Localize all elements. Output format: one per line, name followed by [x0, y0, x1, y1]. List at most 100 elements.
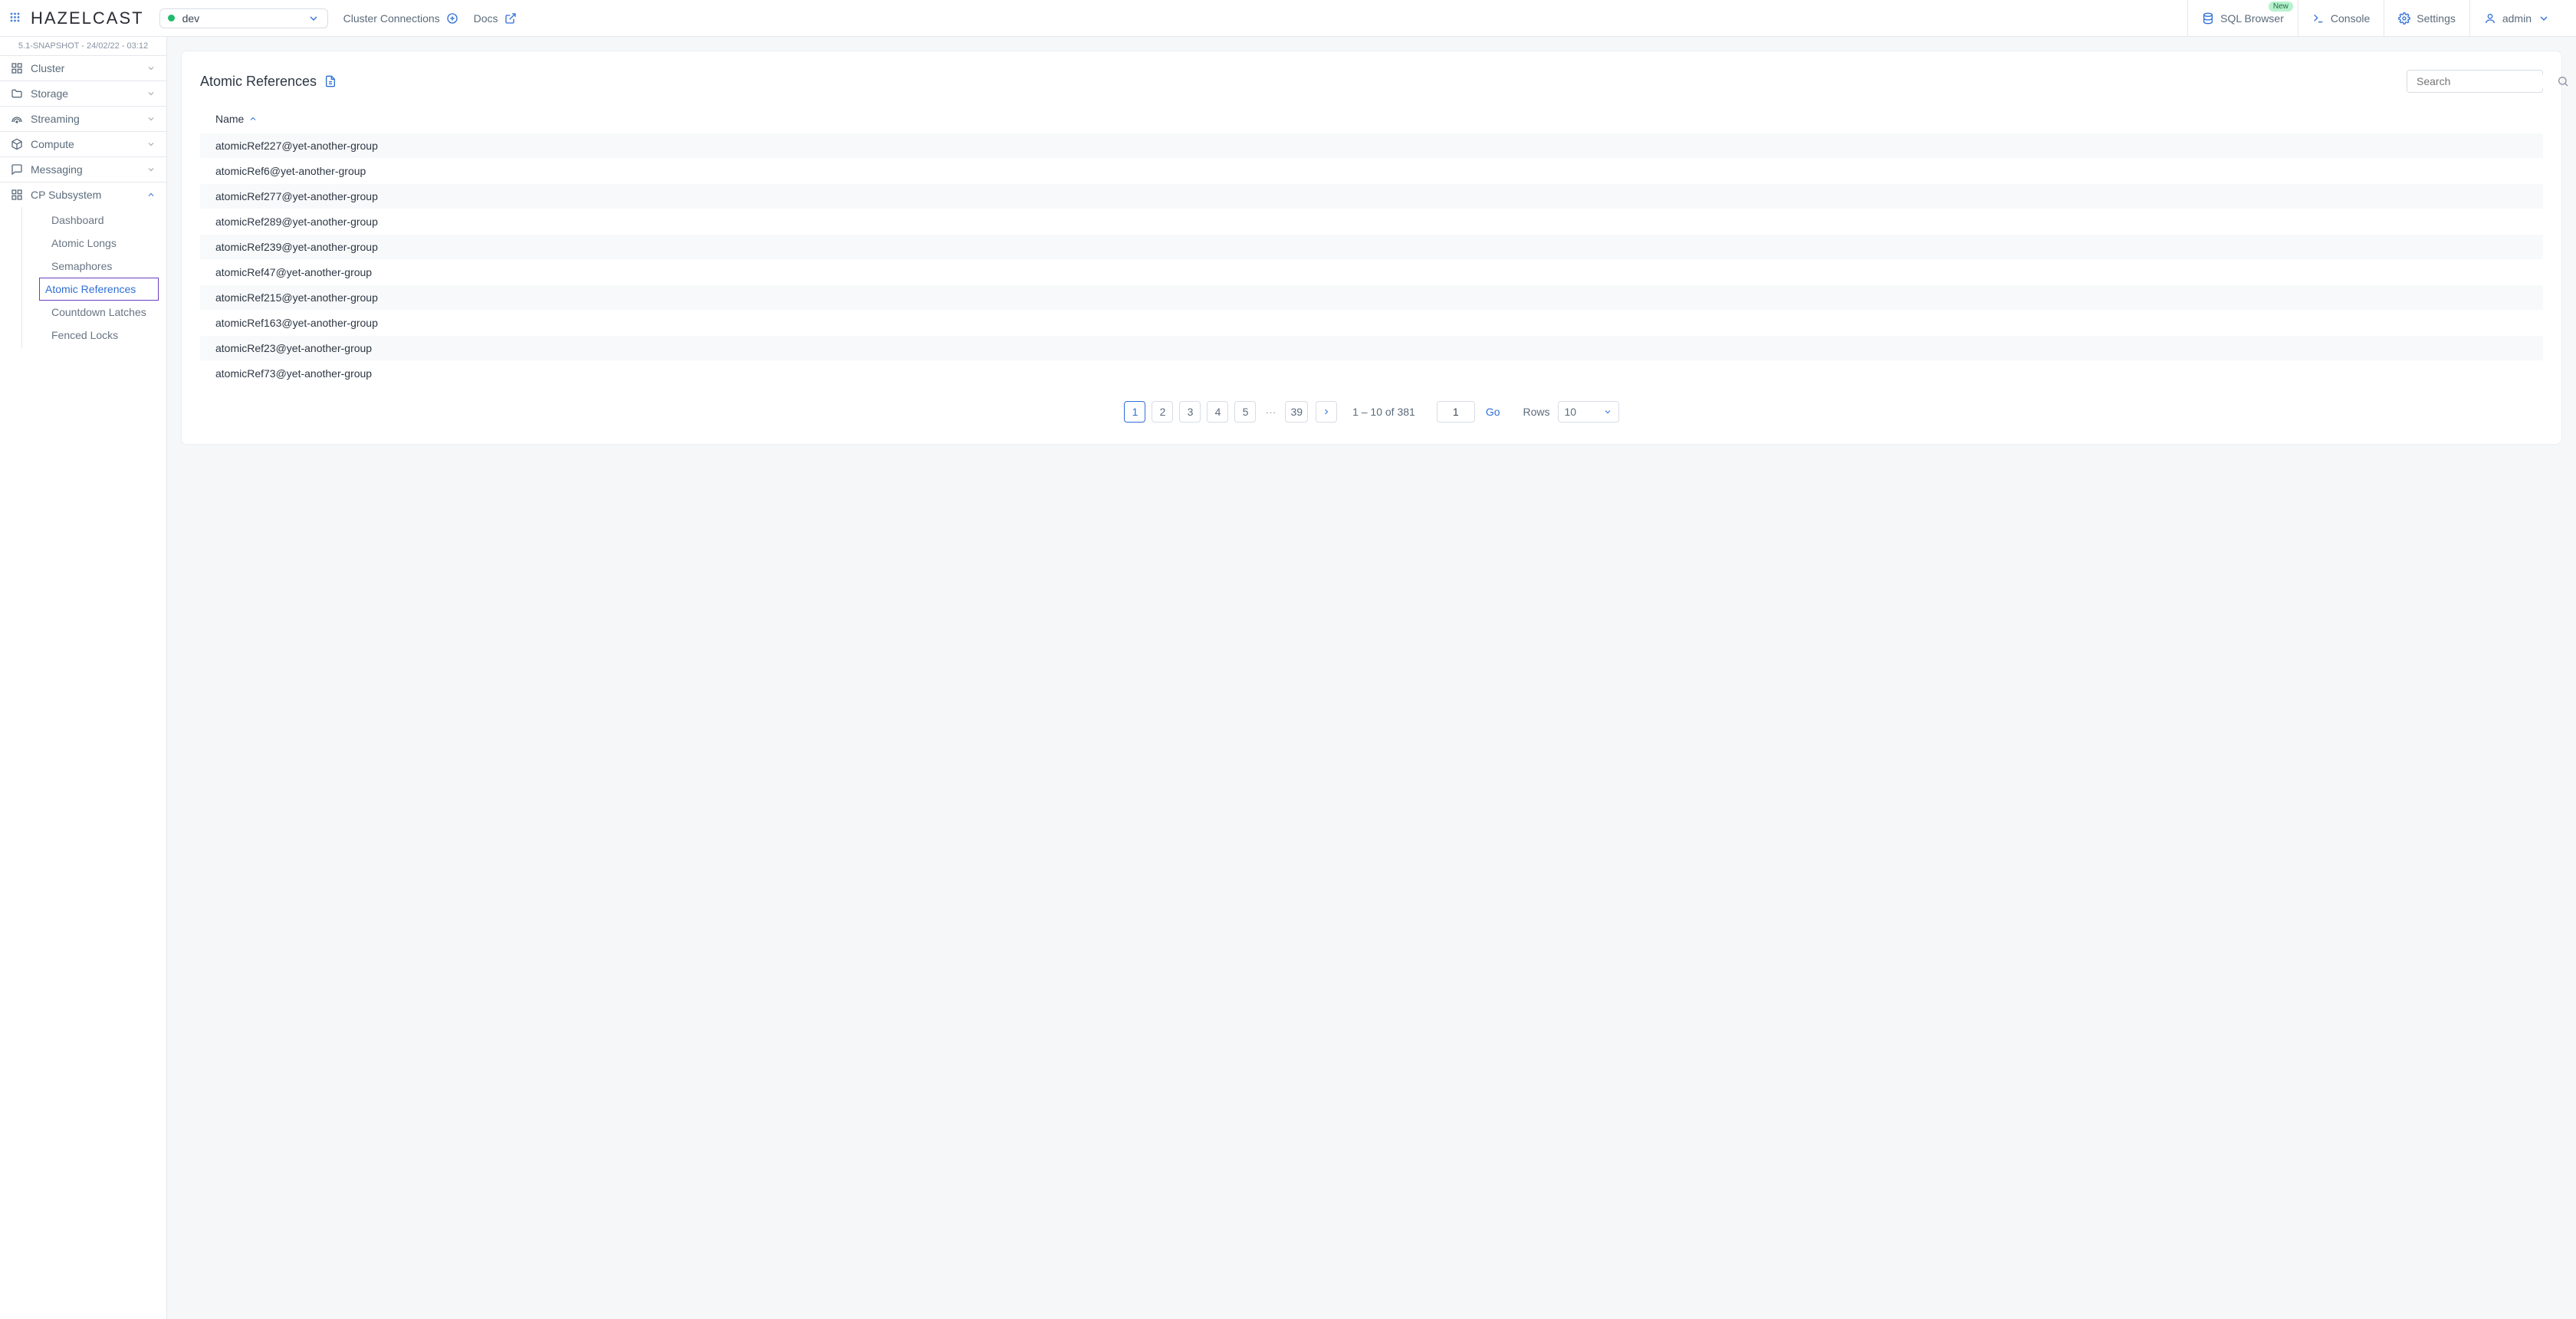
grid-icon	[11, 62, 23, 74]
sidebar-sub-fenced-locks[interactable]: Fenced Locks	[45, 324, 166, 347]
chevron-down-icon	[146, 89, 156, 98]
cluster-select[interactable]: dev	[159, 8, 328, 28]
sidebar-sub-atomic-references[interactable]: Atomic References	[39, 278, 159, 301]
chevron-down-icon	[146, 114, 156, 123]
sidebar-item-label: Compute	[31, 138, 139, 150]
terminal-icon	[2312, 12, 2325, 25]
rows-per-page-value: 10	[1565, 406, 1577, 418]
console-button[interactable]: Console	[2298, 0, 2384, 36]
cluster-connections-link[interactable]: Cluster Connections	[343, 12, 458, 25]
page-button[interactable]: 4	[1207, 401, 1228, 423]
brand-name: HAZELCAST	[31, 8, 144, 28]
user-icon	[2484, 12, 2496, 25]
pagination-ellipsis: ···	[1263, 406, 1277, 418]
user-label: admin	[2502, 12, 2532, 25]
database-icon	[2202, 12, 2214, 25]
search-icon	[2557, 75, 2569, 87]
sidebar-item-cluster[interactable]: Cluster	[0, 55, 166, 81]
page-button[interactable]: 5	[1234, 401, 1256, 423]
goto-page-button[interactable]: Go	[1486, 406, 1500, 418]
table-body: atomicRef227@yet-another-groupatomicRef6…	[200, 133, 2543, 386]
pagination-range: 1 – 10 of 381	[1352, 406, 1415, 418]
sidebar-sub-atomic-longs[interactable]: Atomic Longs	[45, 232, 166, 255]
new-badge: New	[2269, 2, 2293, 12]
sidebar-item-label: Cluster	[31, 62, 139, 74]
table-row[interactable]: atomicRef215@yet-another-group	[200, 285, 2543, 310]
chevron-down-icon	[307, 12, 320, 25]
sidebar-sub-semaphores[interactable]: Semaphores	[45, 255, 166, 278]
page-last-button[interactable]: 39	[1285, 401, 1308, 423]
chevron-up-icon	[146, 190, 156, 199]
chevron-down-icon	[146, 165, 156, 174]
page-buttons: 12345	[1124, 401, 1256, 423]
goto-page-input[interactable]	[1437, 401, 1475, 423]
gear-icon	[2398, 12, 2410, 25]
topbar-right: New SQL Browser Console Settings admin	[2187, 0, 2564, 36]
sql-browser-button[interactable]: New SQL Browser	[2187, 0, 2298, 36]
plus-circle-icon	[446, 12, 458, 25]
table-row[interactable]: atomicRef289@yet-another-group	[200, 209, 2543, 234]
box-icon	[11, 138, 23, 150]
page-next-button[interactable]	[1316, 401, 1337, 423]
search-box[interactable]	[2407, 70, 2543, 93]
topbar: HAZELCAST dev Cluster Connections Docs N…	[0, 0, 2576, 37]
settings-button[interactable]: Settings	[2384, 0, 2469, 36]
rows-per-page-select[interactable]: 10	[1558, 401, 1619, 423]
table-row[interactable]: atomicRef239@yet-another-group	[200, 234, 2543, 259]
card: Atomic References Name atomicRef227@yet-…	[181, 51, 2562, 445]
chevron-down-icon	[146, 64, 156, 73]
version-line: 5.1-SNAPSHOT - 24/02/22 - 03:12	[0, 37, 166, 55]
page-button[interactable]: 3	[1179, 401, 1201, 423]
sidebar-item-label: CP Subsystem	[31, 189, 139, 201]
hazelcast-logo-icon	[9, 12, 23, 25]
layout: 5.1-SNAPSHOT - 24/02/22 - 03:12 Cluster …	[0, 37, 2576, 1319]
table-row[interactable]: atomicRef227@yet-another-group	[200, 133, 2543, 158]
sidebar-item-cp-subsystem[interactable]: CP Subsystem	[0, 182, 166, 207]
grid-icon	[11, 189, 23, 201]
docs-label: Docs	[474, 12, 498, 25]
column-header-name[interactable]: Name	[200, 110, 2543, 133]
search-input[interactable]	[2415, 74, 2557, 88]
chevron-right-icon	[1322, 407, 1331, 416]
user-menu[interactable]: admin	[2469, 0, 2564, 36]
chevron-down-icon	[1603, 407, 1612, 416]
column-header-name-label: Name	[215, 113, 244, 125]
document-icon[interactable]	[324, 75, 337, 87]
sidebar-item-storage[interactable]: Storage	[0, 81, 166, 106]
sidebar-item-label: Storage	[31, 87, 139, 100]
sidebar-item-messaging[interactable]: Messaging	[0, 156, 166, 182]
table-row[interactable]: atomicRef163@yet-another-group	[200, 310, 2543, 335]
brand: HAZELCAST	[9, 8, 144, 28]
sidebar-sub-countdown-latches[interactable]: Countdown Latches	[45, 301, 166, 324]
docs-link[interactable]: Docs	[474, 12, 517, 25]
cluster-connections-label: Cluster Connections	[343, 12, 440, 25]
pagination: 12345 ··· 39 1 – 10 of 381 Go Rows 10	[200, 386, 2543, 423]
sidebar-item-label: Messaging	[31, 163, 139, 176]
sort-asc-icon	[248, 114, 258, 123]
sidebar-cp-children: Dashboard Atomic Longs Semaphores Atomic…	[21, 207, 166, 348]
sidebar: 5.1-SNAPSHOT - 24/02/22 - 03:12 Cluster …	[0, 37, 167, 1319]
external-link-icon	[504, 12, 517, 25]
card-header: Atomic References	[200, 70, 2543, 93]
sidebar-item-streaming[interactable]: Streaming	[0, 106, 166, 131]
sql-browser-label: SQL Browser	[2220, 12, 2284, 25]
page-button[interactable]: 1	[1124, 401, 1145, 423]
console-label: Console	[2331, 12, 2370, 25]
rows-label: Rows	[1523, 406, 1550, 418]
cluster-selected-label: dev	[182, 12, 300, 25]
table-row[interactable]: atomicRef6@yet-another-group	[200, 158, 2543, 183]
chevron-down-icon	[2538, 12, 2550, 25]
page-button[interactable]: 2	[1152, 401, 1173, 423]
table-row[interactable]: atomicRef47@yet-another-group	[200, 259, 2543, 285]
table-row[interactable]: atomicRef277@yet-another-group	[200, 183, 2543, 209]
sidebar-item-compute[interactable]: Compute	[0, 131, 166, 156]
table-row[interactable]: atomicRef23@yet-another-group	[200, 335, 2543, 360]
table-row[interactable]: atomicRef73@yet-another-group	[200, 360, 2543, 386]
settings-label: Settings	[2417, 12, 2456, 25]
signal-icon	[11, 113, 23, 125]
chevron-down-icon	[146, 140, 156, 149]
main: Atomic References Name atomicRef227@yet-…	[167, 37, 2576, 1319]
message-icon	[11, 163, 23, 176]
sidebar-sub-dashboard[interactable]: Dashboard	[45, 209, 166, 232]
cluster-status-dot-icon	[168, 15, 175, 21]
